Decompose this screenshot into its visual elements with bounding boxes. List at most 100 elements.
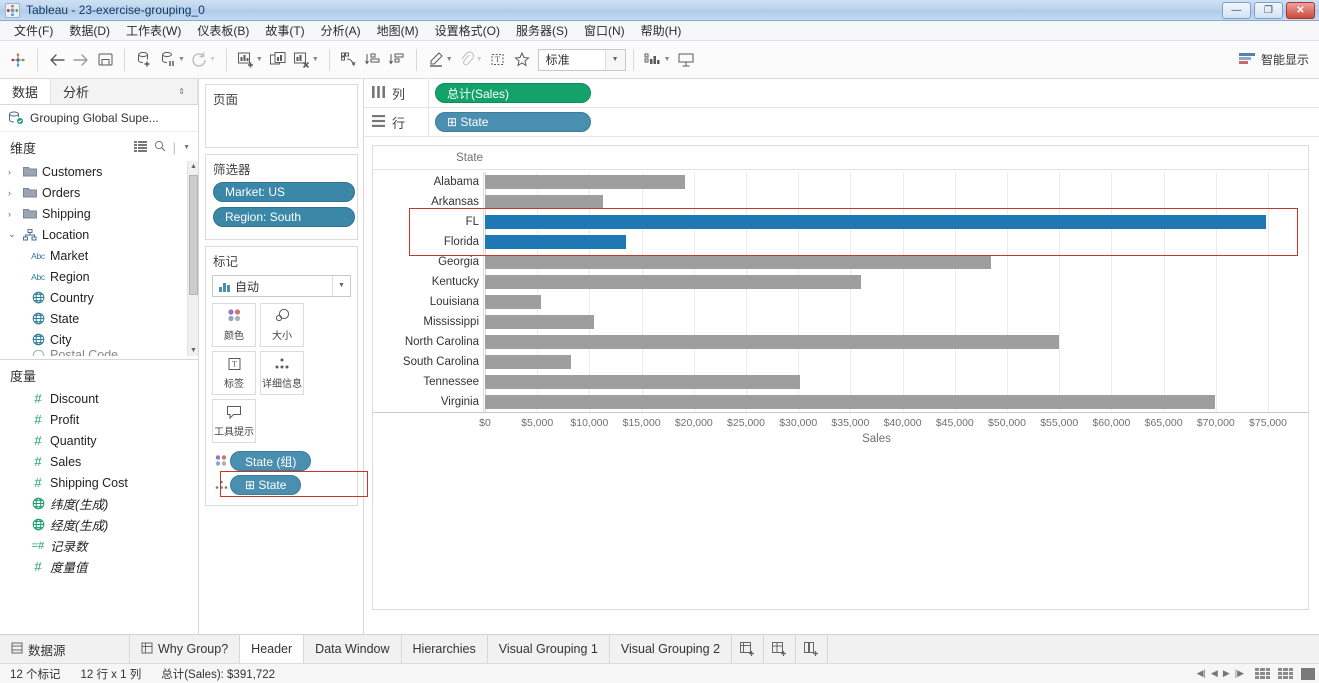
datasource-row[interactable]: Grouping Global Supe... (0, 105, 198, 132)
measure-shipping-cost[interactable]: # Shipping Cost (0, 472, 198, 493)
measure-discount[interactable]: # Discount (0, 388, 198, 409)
pages-card[interactable]: 页面 (205, 84, 358, 148)
next-page-icon[interactable]: ▶ (1223, 668, 1230, 679)
scroll-up-icon[interactable]: ▲ (190, 163, 197, 170)
columns-drop-area[interactable]: 总计(Sales) (428, 79, 1319, 107)
measure-sales[interactable]: # Sales (0, 451, 198, 472)
measure-values[interactable]: # 度量值 (0, 556, 198, 577)
marks-size-button[interactable]: 大小 (260, 303, 304, 347)
sort-desc-icon[interactable] (385, 47, 409, 73)
tab-visual-grouping-2[interactable]: Visual Grouping 2 (609, 635, 733, 663)
row-label[interactable]: Mississippi (373, 316, 479, 328)
last-page-icon[interactable]: |▶ (1235, 668, 1244, 679)
duplicate-sheet-icon[interactable] (266, 47, 290, 73)
fix-axes-icon[interactable] (510, 47, 534, 73)
sheet-view-icon[interactable] (1301, 667, 1315, 680)
show-me-button[interactable]: 智能显示 (1238, 51, 1309, 68)
bar[interactable] (485, 235, 626, 249)
scrollbar-thumb[interactable] (189, 175, 198, 295)
row-label[interactable]: Kentucky (373, 276, 479, 288)
refresh-icon[interactable]: ▼ (188, 47, 219, 73)
menu-map[interactable]: 地图(M) (369, 20, 427, 41)
close-button[interactable]: ✕ (1286, 2, 1315, 19)
twisty-icon[interactable]: › (8, 188, 20, 198)
chevron-down-icon[interactable]: ▼ (332, 276, 350, 296)
row-label[interactable]: South Carolina (373, 356, 479, 368)
row-label[interactable]: FL (373, 216, 479, 228)
tab-view-icon[interactable] (1255, 667, 1270, 680)
chevron-down-icon[interactable]: ▼ (183, 144, 190, 151)
first-page-icon[interactable]: ◀| (1197, 668, 1206, 679)
dimension-region[interactable]: Abc Region (0, 266, 198, 287)
tab-header[interactable]: Header (240, 635, 305, 663)
twisty-icon[interactable]: ⌄ (8, 229, 20, 240)
new-data-source-icon[interactable] (132, 47, 156, 73)
row-label[interactable]: Florida (373, 236, 479, 248)
tab-why-group[interactable]: Why Group? (130, 635, 241, 663)
back-icon[interactable] (45, 47, 69, 73)
row-label[interactable]: Virginia (373, 396, 479, 408)
marks-label-button[interactable]: T 标签 (212, 351, 256, 395)
menu-story[interactable]: 故事(T) (257, 20, 312, 41)
menu-format[interactable]: 设置格式(O) (427, 20, 508, 41)
bar[interactable] (485, 355, 571, 369)
tab-data[interactable]: 数据 (0, 79, 52, 104)
new-worksheet-button[interactable] (732, 635, 765, 663)
menu-worksheet[interactable]: 工作表(W) (118, 20, 189, 41)
tab-datasource[interactable]: 数据源 (0, 635, 130, 663)
twisty-icon[interactable]: › (8, 209, 20, 219)
dimension-customers[interactable]: › Customers (0, 161, 198, 182)
dimension-market[interactable]: Abc Market (0, 245, 198, 266)
dimension-state[interactable]: State (0, 308, 198, 329)
columns-pill-sales[interactable]: 总计(Sales) (435, 83, 591, 103)
prev-page-icon[interactable]: ◀ (1211, 668, 1218, 679)
row-label[interactable]: Tennessee (373, 376, 479, 388)
marks-type-dropdown[interactable]: 自动 ▼ (212, 275, 351, 297)
search-icon[interactable] (154, 140, 166, 155)
marks-pill-state-group-row[interactable]: State (组) (206, 451, 357, 475)
measure-quantity[interactable]: # Quantity (0, 430, 198, 451)
maximize-button[interactable]: ❐ (1254, 2, 1283, 19)
bar[interactable] (485, 275, 861, 289)
dimensions-scrollbar[interactable]: ▲ ▼ (187, 161, 198, 356)
menu-analysis[interactable]: 分析(A) (313, 20, 369, 41)
viz-canvas[interactable]: State Alabama Arkansas FL Florida Georgia Kent… (372, 145, 1309, 610)
new-dashboard-button[interactable] (764, 635, 797, 663)
row-label[interactable]: Alabama (373, 176, 479, 188)
marks-pill-state[interactable]: ⊞ State (230, 475, 302, 495)
dimensions-tree[interactable]: › Customers › Orders › Shipping ⌄ Locati… (0, 161, 198, 356)
tab-visual-grouping-1[interactable]: Visual Grouping 1 (487, 635, 610, 663)
marks-pill-state-group[interactable]: State (组) (230, 451, 312, 471)
dimension-country[interactable]: Country (0, 287, 198, 308)
menu-window[interactable]: 窗口(N) (576, 20, 633, 41)
row-label[interactable]: Arkansas (373, 196, 479, 208)
tab-analytics[interactable]: 分析 ⇕ (51, 79, 198, 104)
bar[interactable] (485, 175, 686, 189)
filter-pill-region[interactable]: Region: South (213, 207, 355, 227)
measure-profit[interactable]: # Profit (0, 409, 198, 430)
rows-shelf[interactable]: 行 ⊞ State (364, 108, 1319, 137)
dimension-city[interactable]: City (0, 329, 198, 350)
menu-dashboard[interactable]: 仪表板(B) (189, 20, 257, 41)
presentation-icon[interactable] (674, 47, 698, 73)
scroll-down-icon[interactable]: ▼ (190, 347, 197, 354)
twisty-icon[interactable]: › (8, 167, 20, 177)
marks-color-button[interactable]: 颜色 (212, 303, 256, 347)
menu-file[interactable]: 文件(F) (6, 20, 61, 41)
menu-help[interactable]: 帮助(H) (633, 20, 690, 41)
highlight-icon[interactable]: ▼ (424, 47, 456, 73)
clear-sheet-icon[interactable]: ▼ (290, 47, 322, 73)
marks-tooltip-button[interactable]: 工具提示 (212, 399, 256, 443)
filter-pill-market[interactable]: Market: US (213, 182, 355, 202)
tab-data-window[interactable]: Data Window (304, 635, 402, 663)
marks-pill-state-row[interactable]: ⊞ State (206, 475, 357, 499)
rows-pill-state[interactable]: ⊞ State (435, 112, 591, 132)
pause-refresh-icon[interactable]: ▼ (156, 47, 188, 73)
rows-drop-area[interactable]: ⊞ State (428, 108, 1319, 136)
filters-card[interactable]: 筛选器 Market: US Region: South (205, 154, 358, 240)
fit-axis-icon[interactable]: ▼ (641, 47, 674, 73)
tableau-home-icon[interactable] (6, 47, 30, 73)
dimension-orders[interactable]: › Orders (0, 182, 198, 203)
fit-dropdown[interactable]: 标准 ▼ (537, 48, 626, 71)
bar[interactable] (485, 335, 1060, 349)
